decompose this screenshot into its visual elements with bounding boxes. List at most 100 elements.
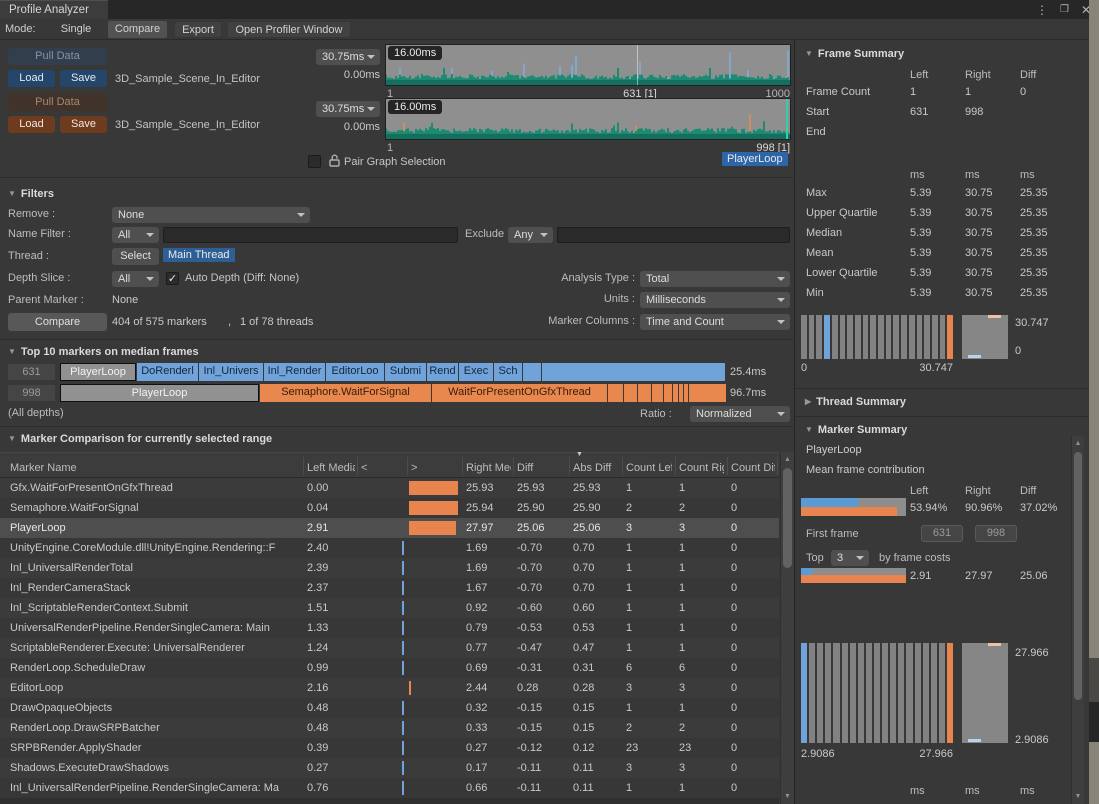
col-right-bar[interactable]: > <box>411 453 457 479</box>
top10-segment[interactable] <box>673 384 678 402</box>
top10-segment[interactable] <box>608 384 623 402</box>
frame-graph-right[interactable]: 16.00ms <box>385 98 791 140</box>
marker-row[interactable]: RenderLoop.DrawSRPBatcher0.480.33-0.150.… <box>0 718 779 738</box>
marker-histogram[interactable] <box>801 643 953 743</box>
top10-segment[interactable] <box>624 384 637 402</box>
range-dropdown-left[interactable]: 30.75ms <box>316 49 380 65</box>
maximize-icon[interactable]: ❐ <box>1060 4 1069 15</box>
thread-select-button[interactable]: Select <box>112 248 159 265</box>
frame-histogram[interactable] <box>801 315 953 359</box>
frame-boxplot[interactable] <box>962 315 1008 359</box>
top10-segment[interactable]: PlayerLoop <box>60 363 136 381</box>
compare-button[interactable]: Compare <box>8 313 107 331</box>
open-profiler-window-button[interactable]: Open Profiler Window <box>227 21 351 38</box>
exclude-mode-dropdown[interactable]: Any <box>508 227 553 243</box>
top10-segment[interactable]: Inl_Univers <box>199 363 263 381</box>
marker-columns-dropdown[interactable]: Time and Count <box>640 314 790 330</box>
top10-segment[interactable]: Semaphore.WaitForSignal <box>260 384 431 402</box>
depth-slice-dropdown[interactable]: All <box>112 271 159 287</box>
frame-index-button[interactable]: 631 <box>8 364 55 380</box>
marker-row[interactable]: Shadows.ExecuteDrawShadows0.270.17-0.110… <box>0 758 779 778</box>
scroll-down-icon[interactable]: ▼ <box>1072 793 1084 800</box>
marker-summary-header[interactable]: ▼Marker Summary <box>805 424 907 436</box>
marker-row[interactable]: Inl_UniversalRenderTotal2.391.69-0.700.7… <box>0 558 779 578</box>
frame-summary-header[interactable]: ▼Frame Summary <box>805 48 904 60</box>
frame-index-button[interactable]: 998 <box>8 385 55 401</box>
scroll-up-icon[interactable]: ▲ <box>781 456 794 463</box>
comparison-table-header[interactable]: Marker Name Left Median < > Right Median… <box>0 452 779 478</box>
selected-marker-chip[interactable]: PlayerLoop <box>722 152 788 166</box>
top10-segment[interactable]: PlayerLoop <box>60 384 259 402</box>
mode-single-button[interactable]: Single <box>52 21 100 38</box>
col-right-median[interactable]: Right Median <box>466 453 511 479</box>
marker-row[interactable]: DrawOpaqueObjects0.480.32-0.150.15110 <box>0 698 779 718</box>
col-left-bar[interactable]: < <box>361 453 401 479</box>
save-button-left[interactable]: Save <box>60 70 107 87</box>
top10-segment[interactable]: DoRenderl <box>137 363 198 381</box>
pull-data-button-right[interactable]: Pull Data <box>8 94 107 111</box>
top10-segment[interactable] <box>679 384 683 402</box>
frame-graph-left[interactable]: 16.00ms <box>385 44 791 86</box>
top10-segment[interactable] <box>689 384 726 402</box>
top10-segment[interactable]: Inl_Render <box>264 363 325 381</box>
load-button-left[interactable]: Load <box>8 70 55 87</box>
top10-segment[interactable]: EditorLoo <box>326 363 384 381</box>
col-left-median[interactable]: Left Median <box>307 453 355 479</box>
marker-row[interactable]: ScriptableRenderer.Execute: UniversalRen… <box>0 638 779 658</box>
top-n-dropdown[interactable]: 3 <box>831 550 869 566</box>
top10-segment[interactable] <box>638 384 651 402</box>
scroll-up-icon[interactable]: ▲ <box>1072 440 1084 447</box>
marker-row[interactable]: Inl_UniversalRenderPipeline.RenderSingle… <box>0 778 779 798</box>
marker-row[interactable]: Inl_ScriptableRenderContext.Submit1.510.… <box>0 598 779 618</box>
marker-row[interactable]: UniversalRenderPipeline.RenderSingleCame… <box>0 618 779 638</box>
thread-value-chip[interactable]: Main Thread <box>163 248 235 262</box>
summary-scrollbar-thumb[interactable] <box>1074 452 1082 700</box>
col-count-diff[interactable]: Count Diff <box>731 453 775 479</box>
top10-segment[interactable]: WaitForPresentOnGfxThread <box>432 384 607 402</box>
top10-segment[interactable]: Sch <box>494 363 522 381</box>
col-count-right[interactable]: Count Right <box>679 453 724 479</box>
marker-comparison-header[interactable]: ▼Marker Comparison for currently selecte… <box>8 433 272 445</box>
units-dropdown[interactable]: Milliseconds <box>640 292 790 308</box>
mode-compare-button[interactable]: Compare <box>108 21 167 38</box>
range-dropdown-right[interactable]: 30.75ms <box>316 101 380 117</box>
marker-row[interactable]: RenderLoop.ScheduleDraw0.990.69-0.310.31… <box>0 658 779 678</box>
save-button-right[interactable]: Save <box>60 116 107 133</box>
marker-boxplot[interactable] <box>962 643 1008 743</box>
top10-header[interactable]: ▼Top 10 markers on median frames <box>8 346 199 358</box>
col-count-left[interactable]: Count Left <box>626 453 672 479</box>
tab-profile-analyzer[interactable]: Profile Analyzer <box>0 0 108 19</box>
name-filter-mode-dropdown[interactable]: All <box>112 227 159 243</box>
top10-segment[interactable]: Exec <box>459 363 493 381</box>
load-button-right[interactable]: Load <box>8 116 55 133</box>
col-marker-name[interactable]: Marker Name <box>10 453 300 479</box>
table-scrollbar[interactable]: ▲ ▼ <box>780 452 794 804</box>
export-button[interactable]: Export <box>174 21 222 38</box>
top10-segment[interactable] <box>542 363 725 381</box>
analysis-type-dropdown[interactable]: Total <box>640 271 790 287</box>
thread-summary-header[interactable]: ▶Thread Summary <box>805 396 906 408</box>
pull-data-button-left[interactable]: Pull Data <box>8 48 107 65</box>
marker-row[interactable]: Semaphore.WaitForSignal0.0425.9425.9025.… <box>0 498 779 518</box>
summary-scrollbar[interactable]: ▲ ▼ <box>1071 436 1084 804</box>
top10-segment[interactable] <box>664 384 672 402</box>
filters-header[interactable]: ▼Filters <box>8 188 54 200</box>
marker-row[interactable]: PlayerLoop2.9127.9725.0625.06330 <box>0 518 779 538</box>
marker-row[interactable]: UnityEngine.CoreModule.dll!UnityEngine.R… <box>0 538 779 558</box>
marker-row[interactable]: SRPBRender.ApplyShader0.390.27-0.120.122… <box>0 738 779 758</box>
top10-segment[interactable] <box>652 384 663 402</box>
marker-row[interactable]: EditorLoop2.162.440.280.28330 <box>0 678 779 698</box>
auto-depth-checkbox[interactable]: ✓ <box>166 272 179 285</box>
first-frame-left-button[interactable]: 631 <box>921 525 963 542</box>
marker-row[interactable]: Inl_RenderCameraStack2.371.67-0.700.7011… <box>0 578 779 598</box>
col-diff[interactable]: Diff <box>517 453 565 479</box>
scroll-down-icon[interactable]: ▼ <box>781 793 794 800</box>
remove-dropdown[interactable]: None <box>112 207 310 223</box>
table-scrollbar-thumb[interactable] <box>783 468 792 568</box>
marker-row[interactable]: Gfx.WaitForPresentOnGfxThread0.0025.9325… <box>0 478 779 498</box>
ratio-dropdown[interactable]: Normalized <box>690 406 790 422</box>
top10-segment[interactable]: Rend <box>427 363 458 381</box>
top10-segment[interactable] <box>684 384 688 402</box>
first-frame-right-button[interactable]: 998 <box>975 525 1017 542</box>
top10-segment[interactable]: Submi <box>385 363 426 381</box>
